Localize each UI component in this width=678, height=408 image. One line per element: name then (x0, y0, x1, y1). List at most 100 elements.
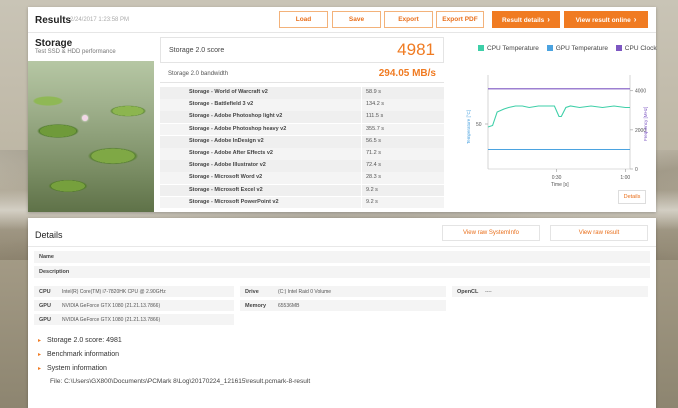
details-button[interactable]: Details (618, 190, 646, 204)
export-pdf-button[interactable]: Export PDF (436, 11, 484, 28)
subtest-name: Storage - Adobe After Effects v2 (189, 149, 273, 156)
name-row: Name (34, 251, 650, 263)
name-label: Name (39, 254, 54, 260)
expander-label: Benchmark information (47, 351, 119, 358)
subtest-value: 72.4 s (366, 162, 381, 169)
x-axis-label: Time [s] (551, 182, 569, 188)
bandwidth-box: Storage 2.0 bandwidth 294.05 MB/s (160, 65, 444, 83)
expander-benchmark-info[interactable]: ▸ Benchmark information (38, 351, 119, 358)
description-label: Description (39, 269, 70, 275)
save-button-label: Save (348, 16, 365, 23)
y-axis-label-left: Temperature [°C] (466, 110, 471, 144)
table-row: Storage - Adobe After Effects v2 71.2 s (160, 147, 444, 160)
score-label: Storage 2.0 score (169, 47, 225, 54)
table-row: Storage - Microsoft Excel v2 9.2 s (160, 184, 444, 197)
expander-system-info[interactable]: ▸ System information (38, 365, 107, 372)
description-row: Description (34, 266, 650, 278)
view-raw-result-button[interactable]: View raw result (550, 225, 648, 241)
drive-cell: Drive (C:) Intel Raid 0 Volume (240, 286, 446, 297)
subtest-name: Storage - Adobe Photoshop heavy v2 (189, 125, 287, 132)
drive-label: Drive (245, 288, 259, 295)
table-row: Storage - Adobe Photoshop heavy v2 355.7 … (160, 123, 444, 136)
chevron-right-icon: ▸ (38, 366, 42, 372)
subtest-value: 9.2 s (366, 186, 378, 193)
chevron-right-icon: › (547, 15, 550, 24)
save-button[interactable]: Save (332, 11, 381, 28)
opencl-cell: OpenCL ---- (452, 286, 648, 297)
result-file-path: File: C:\Users\GX800\Documents\PCMark 8\… (50, 378, 311, 385)
expander-storage-score[interactable]: ▸ Storage 2.0 score: 4981 (38, 337, 122, 344)
right-tick-label: 0 (635, 167, 638, 173)
score-value: 4981 (397, 40, 435, 59)
hardware-cpu: CPU Intel(R) Core(TM) i7-7820HK CPU @ 2.… (34, 286, 234, 297)
bandwidth-value: 294.05 MB/s (378, 68, 436, 79)
export-pdf-button-label: Export PDF (442, 16, 478, 23)
hw-value: NVIDIA GeForce GTX 1080 (21.21.13.7866) (62, 302, 161, 309)
subtest-name: Storage - Battlefield 3 v2 (189, 101, 254, 108)
subtest-name: Storage - Microsoft PowerPoint v2 (189, 198, 279, 205)
divider (28, 246, 656, 247)
table-row: Storage - Microsoft PowerPoint v2 9.2 s (160, 196, 444, 209)
export-button-label: Export (398, 16, 419, 23)
view-systeminfo-label: View raw SystemInfo (463, 230, 519, 236)
subtest-value: 71.2 s (366, 149, 381, 156)
table-row: Storage - Adobe InDesign v2 56.5 s (160, 135, 444, 148)
table-row: Storage - Adobe Photoshop light v2 111.5 … (160, 111, 444, 124)
results-panel: Results 2/24/2017 1:23:58 PM Load Save E… (28, 7, 657, 213)
results-date: 2/24/2017 1:23:58 PM (70, 17, 130, 23)
subtest-value: 134.2 s (366, 101, 385, 108)
details-panel: Details View raw SystemInfo View raw res… (28, 218, 656, 408)
details-title: Details (35, 230, 63, 240)
lotus-flower (82, 115, 88, 121)
bandwidth-label: Storage 2.0 bandwidth (168, 71, 229, 77)
table-row: Storage - Adobe Illustrator v2 72.4 s (160, 160, 444, 172)
storage-title: Storage (35, 38, 73, 49)
table-row: Storage - World of Warcraft v2 58.9 s (160, 87, 444, 99)
memory-value: 65536MB (278, 302, 300, 309)
opencl-value: ---- (485, 288, 492, 295)
result-details-label: Result details (502, 17, 545, 24)
chart-plot: 500200040000:30 1:00Time [s]Temperature [… (466, 75, 648, 188)
memory-cell: Memory 65536MB (240, 300, 446, 311)
subtest-value: 56.5 s (366, 137, 381, 144)
memory-label: Memory (245, 302, 267, 309)
monitoring-chart: CPU Temperature GPU Temperature CPU Cloc… (452, 37, 657, 213)
subtest-name: Storage - Adobe Photoshop light v2 (189, 113, 283, 120)
view-result-online-button[interactable]: View result online › (564, 11, 648, 28)
hardware-gpu-1: GPU NVIDIA GeForce GTX 1080 (21.21.13.78… (34, 300, 234, 311)
view-result-label: View raw result (578, 230, 620, 236)
lily-pad-image (28, 61, 154, 212)
series-line-0 (487, 105, 630, 128)
subtest-name: Storage - Microsoft Excel v2 (189, 186, 263, 193)
chevron-right-icon: › (633, 15, 637, 24)
subtest-name: Storage - Adobe Illustrator v2 (189, 162, 266, 169)
hw-value: Intel(R) Core(TM) i7-7820HK CPU @ 2.90GH… (62, 288, 166, 295)
y-axis-label-right: Frequency [MHz] (643, 107, 648, 141)
drive-value: (C:) Intel Raid 0 Volume (278, 288, 332, 295)
hardware-gpu-2: GPU NVIDIA GeForce GTX 1080 (21.21.13.78… (34, 314, 234, 325)
result-details-button[interactable]: Result details › (492, 11, 560, 28)
hw-key: GPU (39, 316, 51, 323)
details-button-label: Details (623, 194, 641, 200)
results-title: Results (35, 15, 72, 26)
export-button[interactable]: Export (384, 11, 433, 28)
subtest-name: Storage - World of Warcraft v2 (189, 89, 268, 95)
left-tick-label: 50 (476, 122, 482, 128)
subtest-value: 28.3 s (366, 174, 381, 181)
hw-key: GPU (39, 302, 51, 309)
expander-label: System information (47, 365, 107, 372)
results-header: Results 2/24/2017 1:23:58 PM Load Save E… (28, 7, 656, 33)
load-button[interactable]: Load (279, 11, 328, 28)
table-row: Storage - Battlefield 3 v2 134.2 s (160, 99, 444, 111)
x-tick-label: 1:00 (620, 175, 630, 181)
chevron-right-icon: ▸ (38, 352, 42, 358)
subtest-name: Storage - Microsoft Word v2 (189, 174, 263, 181)
subtest-table: Storage - World of Warcraft v2 58.9 s Sto… (160, 87, 444, 209)
storage-summary: Storage Test SSD & HDD performance (28, 34, 154, 212)
view-raw-systeminfo-button[interactable]: View raw SystemInfo (442, 225, 540, 241)
subtest-name: Storage - Adobe InDesign v2 (189, 137, 264, 144)
subtest-value: 355.7 s (366, 125, 385, 132)
opencl-label: OpenCL (457, 288, 479, 295)
expander-label: Storage 2.0 score: 4981 (47, 337, 122, 344)
hw-key: CPU (39, 288, 51, 295)
